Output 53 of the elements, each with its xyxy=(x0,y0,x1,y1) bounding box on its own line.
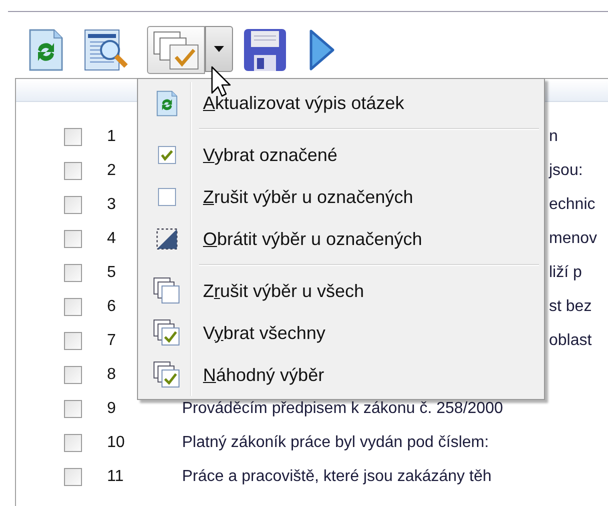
select-button[interactable] xyxy=(147,26,205,74)
menu-item[interactable]: Vybrat všechny xyxy=(203,322,326,344)
row-checkbox[interactable] xyxy=(64,196,82,214)
caret-icon xyxy=(214,46,224,52)
row-checkbox[interactable] xyxy=(64,400,82,418)
question-number: 4 xyxy=(107,230,117,248)
checked-box-icon xyxy=(157,145,177,165)
question-number: 9 xyxy=(107,400,117,418)
empty-box-icon xyxy=(157,187,177,207)
row-checkbox[interactable] xyxy=(64,128,82,146)
question-number: 2 xyxy=(107,162,117,180)
refresh-icon xyxy=(156,90,178,116)
question-number: 3 xyxy=(107,196,117,214)
question-text: echnic xyxy=(549,196,596,214)
row-checkbox[interactable] xyxy=(64,332,82,350)
play-icon xyxy=(308,28,336,72)
preview-icon xyxy=(84,28,130,72)
question-text: Prováděcím předpisem k zákonu č. 258/2000 xyxy=(182,400,504,418)
row-checkbox[interactable] xyxy=(64,434,82,452)
question-text: Platný zákoník práce byl vydán pod číslem: xyxy=(182,434,489,452)
question-text: liží p xyxy=(549,264,582,282)
question-number: 1 xyxy=(107,128,117,146)
menu-item[interactable]: Obrátit výběr u označených xyxy=(203,228,422,250)
question-number: 6 xyxy=(107,298,117,316)
stacked-boxes-icon xyxy=(153,277,181,305)
question-text: Práce a pracoviště, které jsou zakázány těh xyxy=(182,468,492,486)
question-text: oblast xyxy=(549,332,592,350)
question-number: 10 xyxy=(107,434,126,452)
menu-item[interactable]: Aktualizovat výpis otázek xyxy=(203,92,404,114)
refresh-icon xyxy=(28,28,64,72)
menu-item[interactable]: Zrušit výběr u označených xyxy=(203,186,414,208)
dropdown-button[interactable] xyxy=(205,26,233,72)
row-checkbox[interactable] xyxy=(64,230,82,248)
row-checkbox[interactable] xyxy=(64,298,82,316)
question-text: jsou: xyxy=(549,162,583,180)
question-number: 8 xyxy=(107,366,117,384)
question-number: 5 xyxy=(107,264,117,282)
row-checkbox[interactable] xyxy=(64,264,82,282)
question-text: n xyxy=(549,128,558,146)
row-checkbox[interactable] xyxy=(64,162,82,180)
question-text: st bez xyxy=(549,298,592,316)
question-text: menov xyxy=(549,230,598,248)
menu-item[interactable]: Vybrat označené xyxy=(203,144,338,166)
row-checkbox[interactable] xyxy=(64,366,82,384)
menu-item[interactable]: Náhodný výběr xyxy=(203,364,324,386)
question-number: 7 xyxy=(107,332,117,350)
stacked-checkbox-icon xyxy=(153,319,181,347)
stacked-checkbox-icon xyxy=(153,361,181,389)
question-number: 11 xyxy=(107,468,125,486)
mouse-pointer-icon xyxy=(211,66,233,98)
row-checkbox[interactable] xyxy=(64,468,82,486)
half-filled-square-icon xyxy=(156,228,178,250)
menu-item[interactable]: Zrušit výběr u všech xyxy=(203,280,364,302)
